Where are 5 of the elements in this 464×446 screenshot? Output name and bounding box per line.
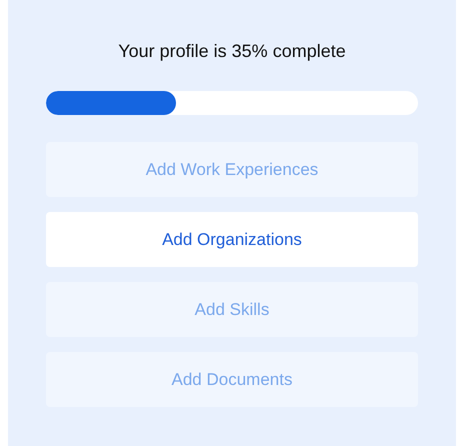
add-section-button[interactable]: Add Work Experiences [46, 142, 418, 197]
add-section-button[interactable]: Add Skills [46, 282, 418, 337]
add-section-button[interactable]: Add Organizations [46, 212, 418, 267]
add-section-button[interactable]: Add Documents [46, 352, 418, 407]
profile-completion-title: Your profile is 35% complete [117, 40, 347, 62]
